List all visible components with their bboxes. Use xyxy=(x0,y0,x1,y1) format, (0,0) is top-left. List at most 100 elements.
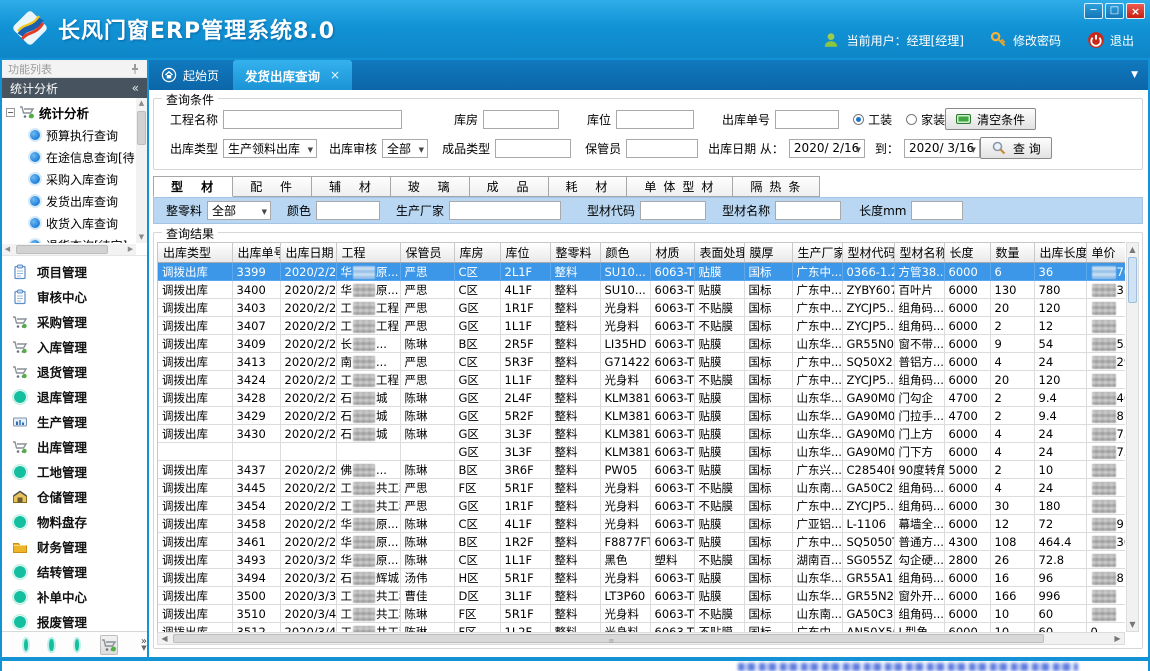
project-name-input[interactable] xyxy=(223,110,402,129)
material-tab-7[interactable]: 单体型材 xyxy=(627,176,733,197)
column-header[interactable]: 生产厂家 xyxy=(792,243,842,263)
tree-item[interactable]: 采购入库查询 xyxy=(4,168,135,190)
warehouse-input[interactable] xyxy=(483,110,559,129)
radio-home[interactable]: 家装 xyxy=(906,111,945,128)
sidebar-group-工地管理[interactable]: 工地管理 xyxy=(2,459,147,484)
minimize-button[interactable]: ─ xyxy=(1084,3,1103,19)
tree-vertical-scrollbar[interactable]: ▲▼ xyxy=(136,98,147,243)
batch-select[interactable]: 全部▼ xyxy=(207,201,271,220)
material-tab-2[interactable]: 配 件 xyxy=(233,176,312,197)
table-row[interactable]: 调拨出库34942020/3/2石辉城汤伟H区5R1F整料光身料6063-T5贴… xyxy=(158,569,1125,587)
table-row[interactable]: 调拨出库34132020/2/26南...严思C区5R3F整料G71422606… xyxy=(158,353,1125,371)
column-header[interactable]: 型材名称 xyxy=(894,243,944,263)
table-row[interactable]: 调拨出库35102020/3/4工共工程陈琳F区5R1F整料光身料6063-T5… xyxy=(158,605,1125,623)
sidebar-group-结转管理[interactable]: 结转管理 xyxy=(2,559,147,584)
sidebar-group-物料盘存[interactable]: 物料盘存 xyxy=(2,509,147,534)
column-header[interactable]: 保管员 xyxy=(400,243,454,263)
radio-industrial[interactable]: 工装 xyxy=(853,111,892,128)
table-horizontal-scrollbar[interactable]: ◀≡▶ xyxy=(157,632,1125,645)
table-row[interactable]: 调拨出库34582020/2/28华原...陈琳C区4L1F整料光身料6063-… xyxy=(158,515,1125,533)
profile-name-input[interactable] xyxy=(775,201,841,220)
sidebar-group-项目管理[interactable]: 项目管理 xyxy=(2,259,147,284)
table-row[interactable]: 调拨出库34072020/2/25工工程严思G区1L1F整料光身料6063-T5… xyxy=(158,317,1125,335)
change-password-button[interactable]: 修改密码 xyxy=(990,31,1061,49)
collapse-icon[interactable]: « xyxy=(132,81,139,95)
date-from-picker[interactable]: 2020/ 2/16▼ xyxy=(789,139,865,158)
column-header[interactable]: 单价 xyxy=(1086,243,1125,263)
out-type-select[interactable]: 生产领料出库▼ xyxy=(223,139,317,158)
column-header[interactable]: 颜色 xyxy=(600,243,650,263)
table-row[interactable]: 调拨出库35122020/3/4工共工程陈琳F区1L2F整料光身料6063-T5… xyxy=(158,623,1125,633)
maker-input[interactable] xyxy=(449,201,561,220)
table-row[interactable]: 调拨出库34242020/2/26工工程严思G区1L1F整料光身料6063-T5… xyxy=(158,371,1125,389)
column-header[interactable]: 数量 xyxy=(990,243,1034,263)
column-header[interactable]: 膜厚 xyxy=(744,243,792,263)
table-row[interactable]: 调拨出库34452020/2/27工共工程严思F区5R1F整料光身料6063-T… xyxy=(158,479,1125,497)
table-row[interactable]: 调拨出库35002020/3/3工共工程曹佳D区3L1F整料LT3P606063… xyxy=(158,587,1125,605)
table-row[interactable]: G区3L3F整料KLM38176063-T5贴膜国标山东华...GA90M09.… xyxy=(158,443,1125,461)
column-header[interactable]: 出库长度 xyxy=(1034,243,1086,263)
table-row[interactable]: 调拨出库34612020/2/28华原...陈琳B区1R2F整料F8877FT6… xyxy=(158,533,1125,551)
table-row[interactable]: 调拨出库34932020/3/2华原...陈琳C区1L1F整料黑色塑料不贴膜国标… xyxy=(158,551,1125,569)
stats-group-header[interactable]: 统计分析 « xyxy=(2,78,147,98)
tree-item[interactable]: 退货查询[待定] xyxy=(4,234,135,243)
column-header[interactable]: 型材代码 xyxy=(842,243,894,263)
sidebar-group-退库管理[interactable]: 退库管理 xyxy=(2,384,147,409)
profile-code-input[interactable] xyxy=(640,201,706,220)
audit-select[interactable]: 全部▼ xyxy=(382,139,428,158)
column-header[interactable]: 库位 xyxy=(500,243,550,263)
sidebar-group-退货管理[interactable]: 退货管理 xyxy=(2,359,147,384)
sidebar-bottom-dot-icon[interactable] xyxy=(75,639,79,651)
column-header[interactable]: 出库单号 xyxy=(232,243,280,263)
tree-item[interactable]: 发货出库查询 xyxy=(4,190,135,212)
material-tab-1[interactable]: 型 材 xyxy=(153,176,233,197)
column-header[interactable]: 长度 xyxy=(944,243,990,263)
sidebar-group-补单中心[interactable]: 补单中心 xyxy=(2,584,147,609)
tree-horizontal-scrollbar[interactable]: ◀▶ xyxy=(2,244,136,255)
table-row[interactable]: 调拨出库34002020/2/25华原...严思C区4L1F整料SU10...6… xyxy=(158,281,1125,299)
color-input[interactable] xyxy=(316,201,380,220)
sidebar-group-仓储管理[interactable]: 仓储管理 xyxy=(2,484,147,509)
table-row[interactable]: 调拨出库34542020/2/28工共工程严思G区1R1F整料光身料6063-T… xyxy=(158,497,1125,515)
search-button[interactable]: 查 询 xyxy=(980,137,1052,159)
length-input[interactable] xyxy=(911,201,963,220)
sidebar-group-入库管理[interactable]: 入库管理 xyxy=(2,334,147,359)
tab-home[interactable]: 起始页 xyxy=(149,60,233,90)
table-row[interactable]: 调拨出库34302020/2/26石城陈琳G区3L3F整料KLM38176063… xyxy=(158,425,1125,443)
clear-conditions-button[interactable]: 清空条件 xyxy=(945,108,1036,130)
tab-close-icon[interactable]: × xyxy=(330,68,340,82)
date-to-picker[interactable]: 2020/ 3/16▼ xyxy=(904,139,980,158)
tree-item[interactable]: 收货入库查询 xyxy=(4,212,135,234)
sidebar-group-财务管理[interactable]: 财务管理 xyxy=(2,534,147,559)
table-row[interactable]: 调拨出库34032020/2/25工工程严思G区1R1F整料光身料6063-T5… xyxy=(158,299,1125,317)
table-row[interactable]: 调拨出库34292020/2/26石城陈琳G区5R2F整料KLM38176063… xyxy=(158,407,1125,425)
column-header[interactable]: 材质 xyxy=(650,243,694,263)
sidebar-cart-button[interactable] xyxy=(100,635,118,655)
logout-button[interactable]: 退出 xyxy=(1087,31,1134,49)
maximize-button[interactable]: □ xyxy=(1105,3,1124,19)
sidebar-group-采购管理[interactable]: 采购管理 xyxy=(2,309,147,334)
sidebar-group-生产管理[interactable]: 生产管理 xyxy=(2,409,147,434)
tab-active[interactable]: 发货出库查询 × xyxy=(233,60,352,90)
table-vertical-scrollbar[interactable]: ▲▼ xyxy=(1126,242,1139,632)
close-button[interactable]: × xyxy=(1126,3,1145,19)
sidebar-bottom-dot-icon[interactable] xyxy=(24,639,28,651)
table-row[interactable]: 调拨出库34372020/2/27佛...陈琳B区3R6F整料PW056063-… xyxy=(158,461,1125,479)
table-row[interactable]: 调拨出库34282020/2/26石城陈琳G区2L4F整料KLM38176063… xyxy=(158,389,1125,407)
table-row[interactable]: 调拨出库34092020/2/25长...陈琳B区2R5F整料LI35HD606… xyxy=(158,335,1125,353)
product-type-input[interactable] xyxy=(495,139,571,158)
material-tab-5[interactable]: 成 品 xyxy=(470,176,549,197)
column-header[interactable]: 出库类型 xyxy=(158,243,232,263)
column-header[interactable]: 表面处理 xyxy=(694,243,744,263)
tab-overflow-caret-icon[interactable]: ▼ xyxy=(1131,70,1148,90)
material-tab-4[interactable]: 玻 璃 xyxy=(391,176,470,197)
sidebar-group-出库管理[interactable]: 出库管理 xyxy=(2,434,147,459)
tree-expander-icon[interactable]: − xyxy=(6,108,15,117)
table-row[interactable]: 调拨出库33992020/2/25华原...严思C区2L1F整料SU10...6… xyxy=(158,263,1125,281)
tree-root[interactable]: − 统计分析 xyxy=(4,100,135,124)
tree-item[interactable]: 在途信息查询[待 xyxy=(4,146,135,168)
pin-icon[interactable] xyxy=(129,63,141,75)
order-no-input[interactable] xyxy=(775,110,839,129)
material-tab-6[interactable]: 耗 材 xyxy=(549,176,628,197)
material-tab-8[interactable]: 隔热条 xyxy=(733,176,820,197)
